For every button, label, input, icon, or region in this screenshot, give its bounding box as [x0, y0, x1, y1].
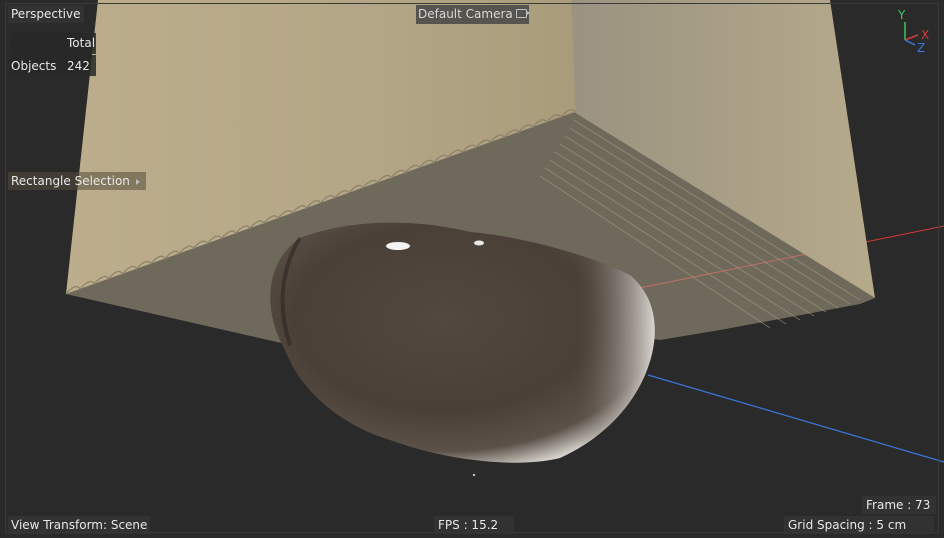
- gizmo-x-label: X: [921, 28, 930, 42]
- 3d-viewport[interactable]: Y X Z Perspective Default Camera Total O…: [0, 0, 944, 538]
- stats-row-label: Objects: [11, 59, 57, 73]
- stats-row-value: 242: [67, 59, 90, 73]
- selection-tool-button[interactable]: Rectangle Selection: [8, 172, 146, 190]
- stats-header-total: Total: [67, 36, 96, 50]
- selection-tool-label: Rectangle Selection: [11, 174, 130, 188]
- view-mode-label[interactable]: Perspective: [8, 5, 84, 23]
- gizmo-y-label: Y: [898, 8, 906, 22]
- frame-counter: Frame : 73: [862, 496, 937, 514]
- expand-arrow-icon: [135, 178, 140, 185]
- grid-spacing-readout: Grid Spacing : 5 cm: [784, 516, 935, 534]
- view-transform-label[interactable]: View Transform: Scene: [8, 516, 151, 534]
- gizmo-z-label: Z: [917, 41, 926, 55]
- scene-stats: Total Objects 242: [10, 33, 96, 77]
- camera-icon: [515, 9, 530, 18]
- object-highlight-1: [386, 242, 410, 250]
- camera-selector[interactable]: Default Camera: [416, 5, 530, 24]
- pivot-dot: [472, 473, 476, 477]
- camera-label: Default Camera: [418, 7, 513, 21]
- viewport-scene[interactable]: [0, 0, 944, 538]
- fps-readout: FPS : 15.2: [434, 516, 515, 534]
- object-highlight-2: [474, 240, 484, 246]
